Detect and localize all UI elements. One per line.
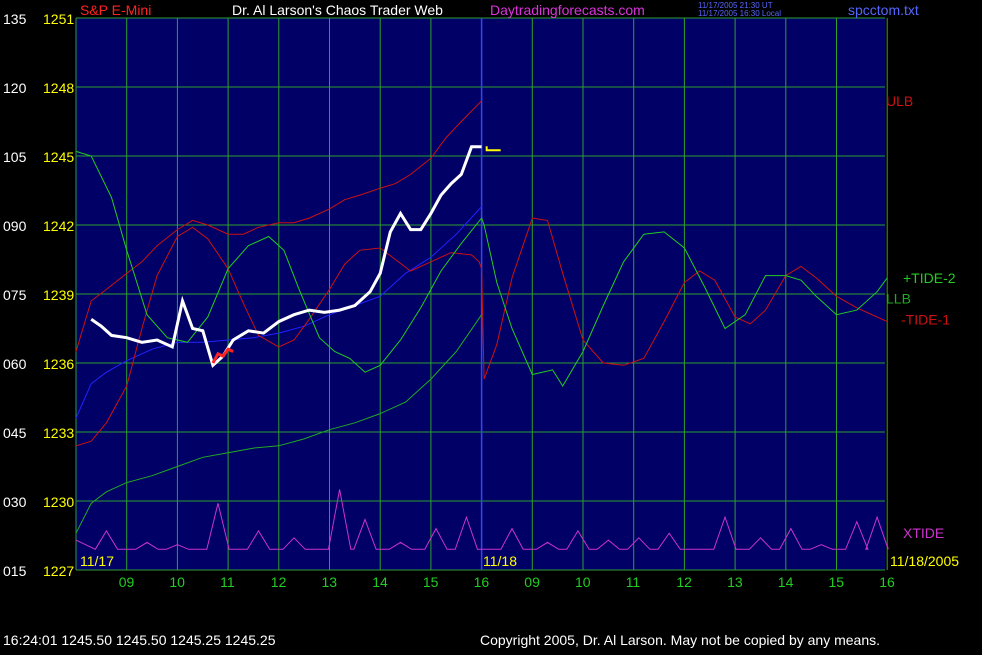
date-label: 11/18/2005	[890, 553, 959, 569]
hour-tick-label: 09	[119, 574, 135, 590]
tide-scale-label: 105	[3, 149, 27, 165]
hour-tick-label: 12	[271, 574, 287, 590]
price-tick-label: 1233	[43, 425, 74, 441]
hour-tick-label: 11	[220, 574, 235, 590]
tide-scale-label: 120	[3, 80, 27, 96]
hour-tick-label: 11	[626, 574, 641, 590]
hour-tick-label: 16	[879, 574, 895, 590]
tide-scale-label: 060	[3, 356, 27, 372]
hour-tick-label: 16	[474, 574, 490, 590]
tide1-label: -TIDE-1	[901, 311, 950, 327]
price-tick-label: 1227	[43, 563, 74, 579]
tide-scale-label: 045	[3, 425, 27, 441]
price-tick-label: 1251	[43, 11, 74, 27]
hour-tick-label: 13	[727, 574, 743, 590]
xtide-label: XTIDE	[903, 525, 944, 541]
tide-scale-label: 075	[3, 287, 27, 303]
tide-scale-label: 030	[3, 494, 27, 510]
date-label: 11/17	[80, 553, 114, 569]
copyright-notice: Copyright 2005, Dr. Al Larson. May not b…	[480, 632, 881, 648]
llb-label: LLB	[886, 291, 911, 307]
data-file-name: spcctom.txt	[848, 2, 919, 18]
price-tick-label: 1230	[43, 494, 74, 510]
price-tick-label: 1242	[43, 218, 74, 234]
tide-scale-label: 135	[3, 11, 27, 27]
date-label: 11/18	[483, 553, 517, 569]
hour-tick-label: 10	[575, 574, 591, 590]
hour-tick-label: 12	[676, 574, 692, 590]
tide-scale-label: 090	[3, 218, 27, 234]
price-tick-label: 1248	[43, 80, 74, 96]
price-tick-label: 1245	[43, 149, 74, 165]
hour-tick-label: 10	[169, 574, 185, 590]
hour-tick-label: 15	[423, 574, 439, 590]
tide-scale-label: 015	[3, 563, 27, 579]
chart-title: Dr. Al Larson's Chaos Trader Web	[232, 2, 443, 18]
price-tick-label: 1239	[43, 287, 74, 303]
time-local: 11/17/2005 16:30 Local	[698, 9, 781, 18]
price-tick-label: 1236	[43, 356, 74, 372]
hour-tick-label: 15	[829, 574, 845, 590]
quote-line: 16:24:01 1245.50 1245.50 1245.25 1245.25	[3, 632, 276, 648]
chart-window: 135 1251 120 1248 105 1245 090 1242 075 1239 060 12…	[0, 0, 982, 650]
chaos-trader-chart: 135 1251 120 1248 105 1245 090 1242 075 1239 060 12…	[3, 1, 959, 590]
hour-tick-label: 13	[322, 574, 338, 590]
hour-tick-label: 09	[524, 574, 540, 590]
tide2-label: +TIDE-2	[903, 270, 956, 286]
symbol-label: S&P E-Mini	[80, 2, 151, 18]
hour-tick-label: 14	[778, 574, 794, 590]
hour-tick-label: 14	[372, 574, 388, 590]
site-link[interactable]: Daytradingforecasts.com	[490, 2, 645, 18]
ulb-label: ULB	[886, 93, 913, 109]
